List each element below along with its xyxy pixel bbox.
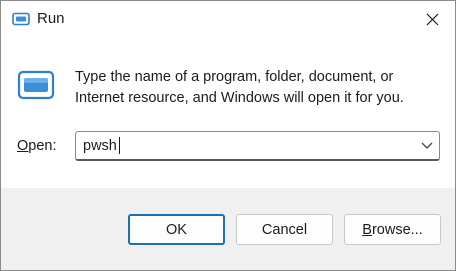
open-combobox[interactable]: [75, 131, 440, 161]
browse-button[interactable]: Browse...: [344, 214, 441, 245]
ok-button[interactable]: OK: [128, 214, 225, 245]
close-button[interactable]: [417, 5, 447, 33]
close-icon: [426, 13, 438, 25]
dialog-description: Type the name of a program, folder, docu…: [75, 69, 404, 106]
open-input[interactable]: [83, 136, 403, 156]
run-dialog-window: Run Type the name of a program, folder, …: [0, 0, 456, 271]
open-label: Open:: [17, 138, 57, 154]
text-caret: [119, 137, 120, 154]
title-bar[interactable]: Run: [1, 1, 455, 38]
window-title: Run: [37, 10, 65, 27]
open-label-accelerator: O: [17, 138, 29, 154]
dialog-body: Type the name of a program, folder, docu…: [1, 38, 455, 188]
run-icon: [17, 70, 55, 100]
run-icon: [12, 12, 30, 26]
browse-accelerator: B: [362, 221, 372, 238]
open-label-text: pen:: [28, 138, 57, 154]
cancel-button[interactable]: Cancel: [236, 214, 333, 245]
chevron-down-icon[interactable]: [421, 140, 433, 150]
browse-label: rowse...: [371, 221, 423, 238]
button-bar: OK Cancel Browse...: [1, 188, 455, 270]
